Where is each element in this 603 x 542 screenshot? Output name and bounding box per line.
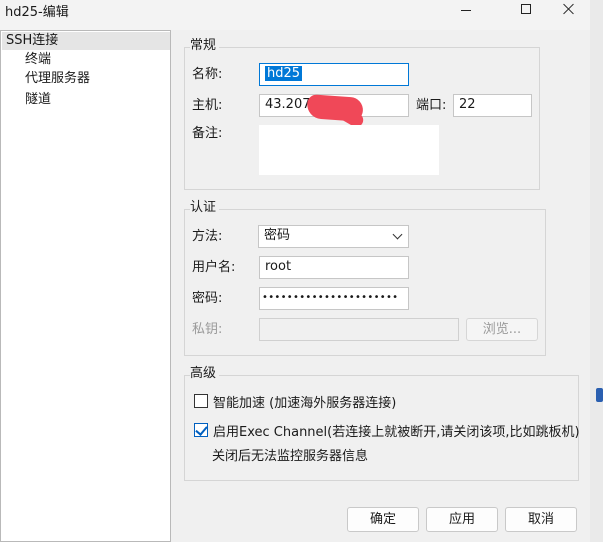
username-input[interactable]: root: [259, 256, 409, 279]
window-title: hd25-编辑: [5, 5, 69, 20]
exec-channel-note: 关闭后无法监控服务器信息: [212, 449, 369, 464]
apply-button[interactable]: 应用: [426, 507, 498, 532]
password-label: 密码:: [192, 291, 223, 306]
name-value: hd25: [265, 66, 303, 81]
smart-accel-label: 智能加速 (加速海外服务器连接): [213, 395, 397, 411]
note-label: 备注:: [192, 126, 223, 141]
port-input[interactable]: 22: [453, 94, 532, 117]
tree-item-terminal[interactable]: 终端: [25, 51, 51, 69]
method-select[interactable]: 密码: [258, 225, 409, 248]
smart-accel-option[interactable]: 智能加速 (加速海外服务器连接): [194, 392, 397, 411]
minimize-icon: [461, 9, 471, 11]
method-label: 方法:: [192, 229, 223, 244]
maximize-button[interactable]: [506, 0, 546, 18]
private-key-input[interactable]: [259, 318, 459, 341]
smart-accel-checkbox[interactable]: [194, 394, 208, 408]
settings-tree: SSH连接 终端 代理服务器 隧道: [0, 30, 171, 542]
advanced-group-title: 高级: [190, 366, 220, 382]
port-label: 端口:: [416, 98, 447, 113]
password-value: ••••••••••••••••••••••: [262, 292, 399, 303]
background-window-edge: [590, 0, 603, 542]
browse-button[interactable]: 浏览...: [466, 318, 538, 341]
auth-group-title: 认证: [190, 200, 220, 216]
minimize-button[interactable]: [446, 0, 486, 18]
port-value: 22: [459, 97, 476, 112]
exec-channel-checkbox[interactable]: [194, 423, 208, 437]
tree-item-tunnel[interactable]: 隧道: [25, 91, 51, 109]
name-label: 名称:: [192, 67, 223, 82]
exec-channel-label: 启用Exec Channel(若连接上就被断开,请关闭该项,比如跳板机): [213, 424, 580, 440]
exec-channel-option[interactable]: 启用Exec Channel(若连接上就被断开,请关闭该项,比如跳板机): [194, 421, 580, 440]
title-bar[interactable]: hd25-编辑: [0, 0, 603, 30]
close-button[interactable]: [549, 0, 589, 18]
chevron-down-icon: [392, 229, 403, 240]
method-value: 密码: [264, 228, 291, 243]
password-input[interactable]: ••••••••••••••••••••••: [259, 287, 409, 310]
tree-item-proxy[interactable]: 代理服务器: [25, 70, 90, 88]
cancel-button[interactable]: 取消: [505, 507, 577, 532]
host-value: 43.207: [265, 97, 311, 112]
maximize-icon: [521, 4, 531, 14]
name-input[interactable]: hd25: [259, 63, 409, 86]
host-label: 主机:: [192, 98, 223, 113]
private-key-label: 私钥:: [192, 322, 223, 337]
username-label: 用户名:: [192, 260, 236, 275]
close-icon: [563, 3, 575, 15]
general-group-title: 常规: [190, 38, 220, 54]
username-value: root: [265, 259, 292, 274]
note-textarea[interactable]: [259, 125, 439, 175]
background-window-mark: [596, 388, 603, 402]
ok-button[interactable]: 确定: [347, 507, 419, 532]
tree-item-ssh[interactable]: SSH连接: [2, 32, 170, 50]
